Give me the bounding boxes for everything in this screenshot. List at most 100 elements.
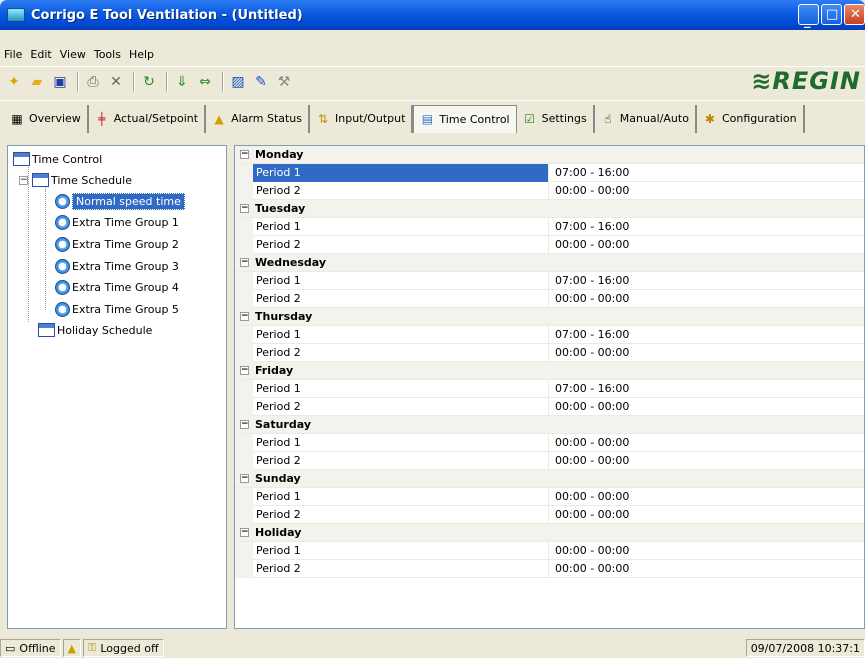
period-value[interactable]: 07:00 - 16:00 xyxy=(549,218,864,236)
collapse-icon[interactable]: − xyxy=(240,312,249,321)
period-value[interactable]: 00:00 - 00:00 xyxy=(549,434,864,452)
print-icon[interactable]: ⎙ xyxy=(83,72,103,92)
period-value[interactable]: 07:00 - 16:00 xyxy=(549,272,864,290)
tree-item-time-control[interactable]: Time Control xyxy=(13,149,102,169)
period-row[interactable]: Period 2 00:00 - 00:00 xyxy=(235,505,864,524)
title-bar[interactable]: Corrigo E Tool Ventilation - (Untitled) … xyxy=(0,0,865,30)
collapse-icon[interactable]: − xyxy=(240,528,249,537)
download-icon[interactable]: ⇓ xyxy=(172,72,192,92)
period-row[interactable]: Period 2 00:00 - 00:00 xyxy=(235,343,864,362)
tree-panel[interactable]: Time Control − Time Schedule Normal speed… xyxy=(7,145,227,629)
tree-item-extra-time-group-5[interactable]: Extra Time Group 5 xyxy=(55,299,179,319)
close-button[interactable]: ✕ xyxy=(844,4,865,25)
tab-alarm-status[interactable]: ▲ Alarm Status xyxy=(206,104,311,133)
collapse-icon[interactable]: − xyxy=(240,366,249,375)
tree-item-extra-time-group-1[interactable]: Extra Time Group 1 xyxy=(55,212,179,232)
period-row[interactable]: Period 2 00:00 - 00:00 xyxy=(235,451,864,470)
period-row[interactable]: Period 1 07:00 - 16:00 xyxy=(235,163,864,182)
period-row[interactable]: Period 2 00:00 - 00:00 xyxy=(235,235,864,254)
period-row[interactable]: Period 2 00:00 - 00:00 xyxy=(235,289,864,308)
minimize-button[interactable]: _ xyxy=(798,4,819,29)
day-label: Friday xyxy=(255,364,294,377)
collapse-icon[interactable]: − xyxy=(240,204,249,213)
period-name: Period 2 xyxy=(253,289,549,308)
period-value[interactable]: 07:00 - 16:00 xyxy=(549,326,864,344)
tab-actual-setpoint[interactable]: ╪ Actual/Setpoint xyxy=(89,104,207,133)
period-value[interactable]: 07:00 - 16:00 xyxy=(549,380,864,398)
period-row[interactable]: Period 1 00:00 - 00:00 xyxy=(235,541,864,560)
period-row[interactable]: Period 1 07:00 - 16:00 xyxy=(235,325,864,344)
schedule-grid-panel[interactable]: − Monday Period 1 07:00 - 16:00 Period 2 00:0… xyxy=(234,145,865,629)
period-value[interactable]: 00:00 - 00:00 xyxy=(549,344,864,362)
period-value[interactable]: 00:00 - 00:00 xyxy=(549,488,864,506)
day-group-header[interactable]: − Tuesday xyxy=(235,200,864,218)
refresh-icon[interactable]: ↻ xyxy=(139,72,159,92)
day-label: Sunday xyxy=(255,472,301,485)
period-value[interactable]: 00:00 - 00:00 xyxy=(549,398,864,416)
period-value[interactable]: 00:00 - 00:00 xyxy=(549,290,864,308)
menu-view[interactable]: View xyxy=(60,48,86,61)
tab-configuration[interactable]: ✱ Configuration xyxy=(697,104,805,133)
period-row[interactable]: Period 1 00:00 - 00:00 xyxy=(235,433,864,452)
period-row[interactable]: Period 2 00:00 - 00:00 xyxy=(235,397,864,416)
status-alarm: ▲ xyxy=(62,639,81,657)
period-row[interactable]: Period 1 00:00 - 00:00 xyxy=(235,487,864,506)
day-group-header[interactable]: − Wednesday xyxy=(235,254,864,272)
tree-item-extra-time-group-4[interactable]: Extra Time Group 4 xyxy=(55,277,179,297)
period-name: Period 1 xyxy=(253,163,549,182)
tool-icon[interactable]: ⚒ xyxy=(274,72,294,92)
open-folder-icon[interactable]: ▰ xyxy=(27,72,47,92)
transfer-icon[interactable]: ⇔ xyxy=(195,72,215,92)
tab-overview[interactable]: ▦ Overview xyxy=(4,104,89,133)
tree-item-holiday-schedule[interactable]: Holiday Schedule xyxy=(38,320,152,340)
tab-manual-auto[interactable]: ☝ Manual/Auto xyxy=(595,104,697,133)
period-row[interactable]: Period 1 07:00 - 16:00 xyxy=(235,379,864,398)
period-value[interactable]: 00:00 - 00:00 xyxy=(549,182,864,200)
menu-file[interactable]: File xyxy=(4,48,22,61)
tree-item-normal-speed-time[interactable]: Normal speed time xyxy=(55,191,185,211)
row-gutter xyxy=(235,541,253,560)
collapse-icon[interactable]: − xyxy=(240,420,249,429)
toolbar: ✦ ▰ ▣ ⎙ ✕ ↻ ⇓ ⇔ ▨ ✎ ⚒ xyxy=(0,66,865,96)
period-row[interactable]: Period 1 07:00 - 16:00 xyxy=(235,271,864,290)
menu-edit[interactable]: Edit xyxy=(30,48,51,61)
day-group-header[interactable]: − Holiday xyxy=(235,524,864,542)
row-gutter xyxy=(235,433,253,452)
period-value[interactable]: 07:00 - 16:00 xyxy=(549,164,864,182)
period-row[interactable]: Period 2 00:00 - 00:00 xyxy=(235,181,864,200)
period-value[interactable]: 00:00 - 00:00 xyxy=(549,452,864,470)
tree-item-time-schedule[interactable]: − Time Schedule xyxy=(19,170,132,190)
clock-icon xyxy=(55,214,70,230)
collapse-icon[interactable]: − xyxy=(240,150,249,159)
menu-tools[interactable]: Tools xyxy=(94,48,121,61)
day-group-header[interactable]: − Sunday xyxy=(235,470,864,488)
delete-icon[interactable]: ✕ xyxy=(106,72,126,92)
period-row[interactable]: Period 2 00:00 - 00:00 xyxy=(235,559,864,578)
tree-item-extra-time-group-3[interactable]: Extra Time Group 3 xyxy=(55,256,179,276)
edit-icon[interactable]: ✎ xyxy=(251,72,271,92)
menu-help[interactable]: Help xyxy=(129,48,154,61)
day-group-header[interactable]: − Thursday xyxy=(235,308,864,326)
save-icon[interactable]: ▣ xyxy=(50,72,70,92)
maximize-button[interactable]: □ xyxy=(821,4,842,25)
day-group-header[interactable]: − Monday xyxy=(235,146,864,164)
tree-item-extra-time-group-2[interactable]: Extra Time Group 2 xyxy=(55,234,179,254)
tab-time-control[interactable]: ▤ Time Control xyxy=(413,104,517,133)
trend-chart-icon[interactable]: ▨ xyxy=(228,72,248,92)
collapse-icon[interactable]: − xyxy=(240,474,249,483)
period-row[interactable]: Period 1 07:00 - 16:00 xyxy=(235,217,864,236)
collapse-icon[interactable]: − xyxy=(19,175,28,185)
collapse-icon[interactable]: − xyxy=(240,258,249,267)
period-name: Period 2 xyxy=(253,235,549,254)
period-value[interactable]: 00:00 - 00:00 xyxy=(549,560,864,578)
tab-input-output[interactable]: ⇅ Input/Output xyxy=(310,104,414,133)
new-file-icon[interactable]: ✦ xyxy=(4,72,24,92)
row-gutter xyxy=(235,217,253,236)
period-value[interactable]: 00:00 - 00:00 xyxy=(549,542,864,560)
period-value[interactable]: 00:00 - 00:00 xyxy=(549,506,864,524)
day-group-header[interactable]: − Saturday xyxy=(235,416,864,434)
tab-settings[interactable]: ☑ Settings xyxy=(517,104,595,133)
day-group-header[interactable]: − Friday xyxy=(235,362,864,380)
period-value[interactable]: 00:00 - 00:00 xyxy=(549,236,864,254)
schedule-grid[interactable]: − Monday Period 1 07:00 - 16:00 Period 2 00:0… xyxy=(235,146,864,578)
